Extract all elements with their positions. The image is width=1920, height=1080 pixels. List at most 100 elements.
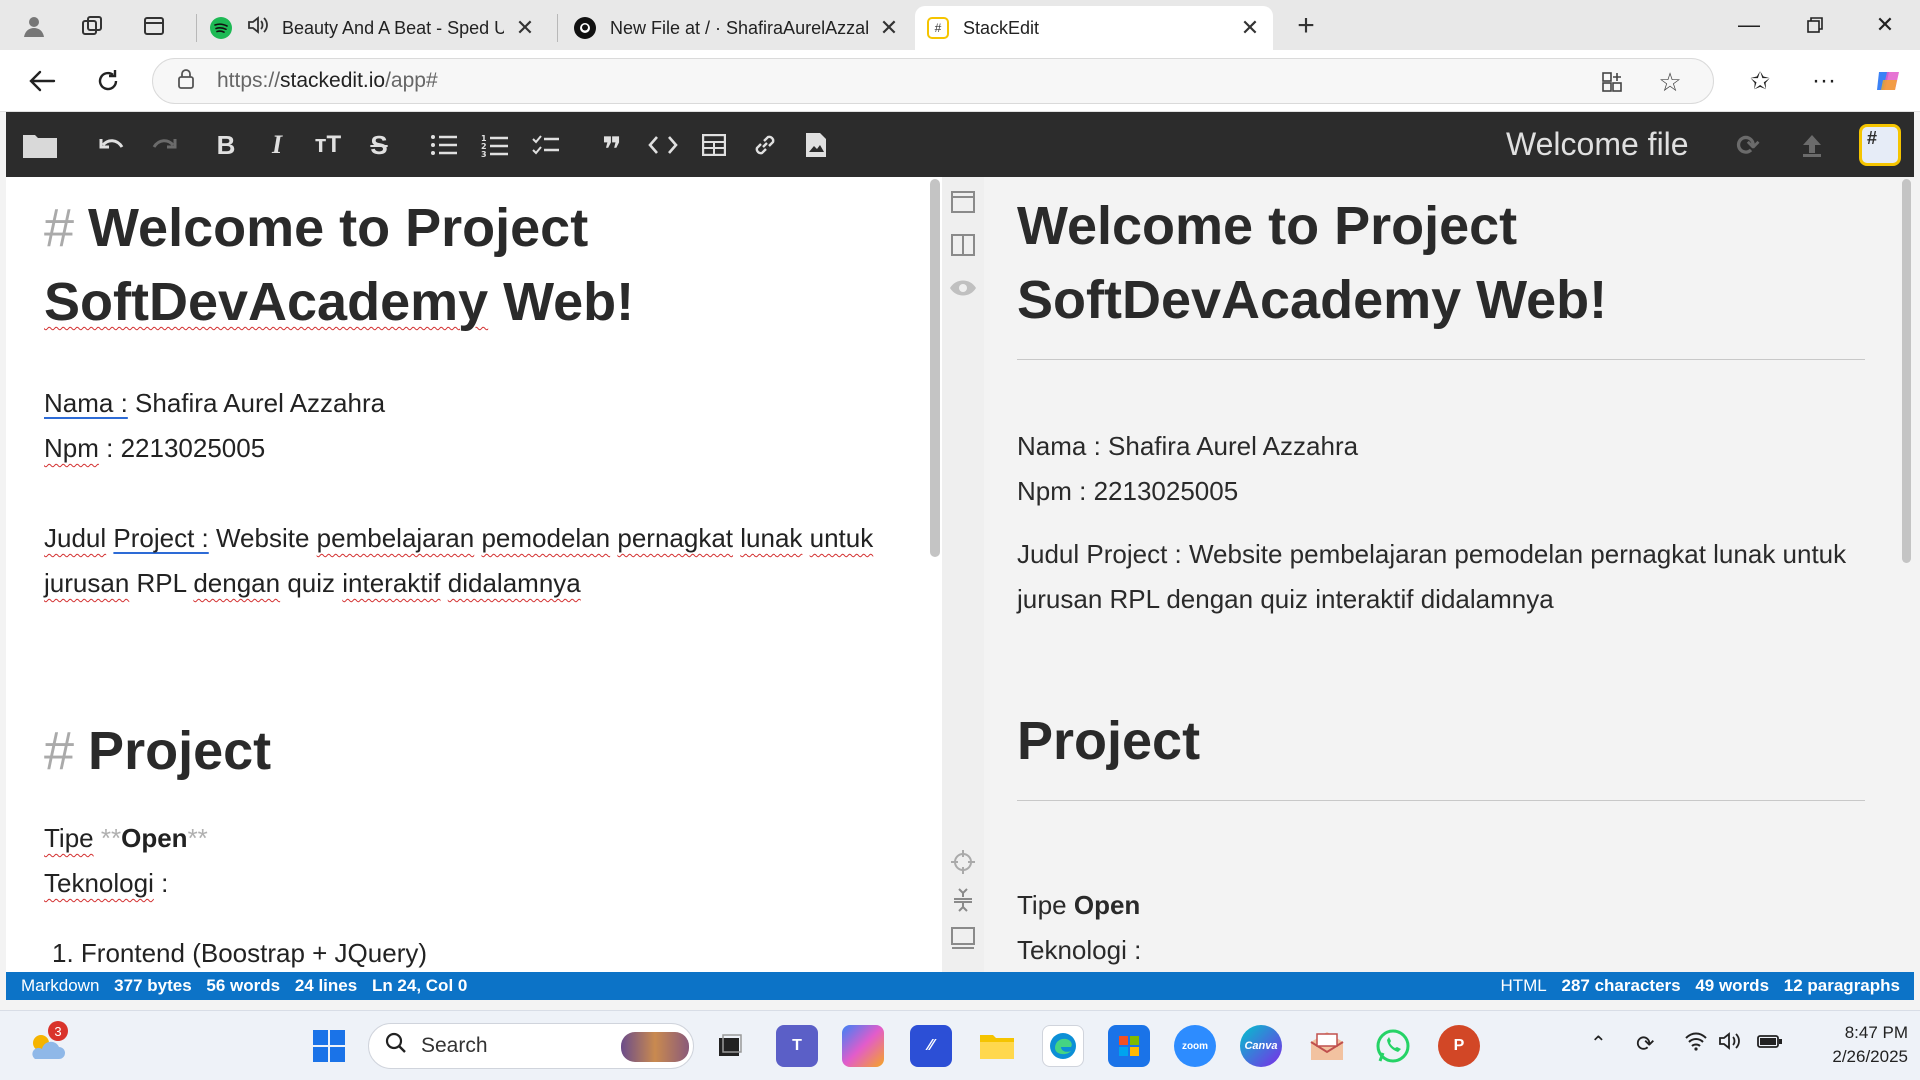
tab-spotify[interactable]: Beauty And A Beat - Sped Up ✕ xyxy=(198,6,548,50)
address-bar[interactable]: https://stackedit.io/app# ☆ xyxy=(152,58,1714,104)
editor-content[interactable]: # Welcome to Project SoftDevAcademy Web! N… xyxy=(44,191,904,972)
quote-icon[interactable]: ❞ xyxy=(594,128,630,169)
preview-content: Welcome to Project SoftDevAcademy Web! N… xyxy=(1017,189,1865,972)
show-hidden-icons[interactable]: ⌃ xyxy=(1590,1031,1607,1056)
powerpoint-icon[interactable]: P xyxy=(1438,1025,1480,1067)
scroll-sync-icon[interactable] xyxy=(948,847,978,877)
tab-github[interactable]: New File at / · ShafiraAurelAzzahra ✕ xyxy=(562,6,912,50)
copilot-app-icon[interactable] xyxy=(842,1025,884,1067)
refresh-icon[interactable] xyxy=(88,62,128,100)
publish-icon[interactable] xyxy=(1794,128,1830,162)
folder-icon[interactable] xyxy=(20,128,60,162)
editor-line-judul: Judul Project : Website pembelajaran pem… xyxy=(44,516,904,606)
toggle-status-bar-icon[interactable] xyxy=(948,885,978,915)
undo-icon[interactable] xyxy=(94,128,130,162)
preview-stats: HTML 287 characters 49 words 12 paragrap… xyxy=(1500,976,1900,996)
check-list-icon[interactable] xyxy=(528,128,564,162)
nama-value: Shafira Aurel Azzahra xyxy=(127,388,386,418)
more-options-icon[interactable]: ··· xyxy=(1804,62,1844,100)
html-preview[interactable]: Welcome to Project SoftDevAcademy Web! N… xyxy=(984,177,1914,972)
svg-text:3: 3 xyxy=(481,150,487,157)
toggle-side-bar-icon[interactable] xyxy=(948,923,978,953)
editor-cursor: Ln 24, Col 0 xyxy=(371,976,468,995)
close-window-icon[interactable]: ✕ xyxy=(1860,8,1910,42)
tab-separator xyxy=(196,14,197,42)
tab-separator xyxy=(557,14,558,42)
strikethrough-icon[interactable]: S xyxy=(361,128,397,162)
battery-icon[interactable] xyxy=(1756,1031,1784,1057)
italic-icon[interactable]: I xyxy=(259,128,295,162)
table-icon[interactable] xyxy=(696,128,732,162)
tab-stackedit[interactable]: # StackEdit ✕ xyxy=(915,6,1273,50)
editor-line-teknologi: Teknologi : xyxy=(44,861,904,906)
spellcheck-word: dengan xyxy=(193,568,281,598)
minimize-icon[interactable]: — xyxy=(1724,8,1774,42)
canva-icon[interactable]: Canva xyxy=(1240,1025,1282,1067)
taskbar-search[interactable]: Search xyxy=(368,1023,694,1069)
editor-scrollbar[interactable] xyxy=(930,179,940,557)
file-explorer-icon[interactable] xyxy=(976,1025,1018,1067)
tab-actions-icon[interactable] xyxy=(138,10,170,42)
tipe-value: Open xyxy=(121,823,188,853)
heading-marker: # xyxy=(44,198,75,258)
tab-title: Beauty And A Beat - Sped Up xyxy=(282,17,504,38)
mail-app-icon[interactable] xyxy=(1306,1025,1348,1067)
new-tab-icon[interactable]: + xyxy=(1290,9,1322,42)
edge-browser-icon[interactable] xyxy=(1042,1025,1084,1067)
profile-icon[interactable] xyxy=(18,10,50,42)
ordered-list-icon[interactable]: 123 xyxy=(477,128,513,162)
unordered-list-icon[interactable] xyxy=(426,128,462,162)
browser-tab-strip: Beauty And A Beat - Sped Up ✕ New File a… xyxy=(0,0,1920,50)
stackedit-menu-icon[interactable]: # xyxy=(1859,124,1901,166)
teams-icon[interactable]: T xyxy=(776,1025,818,1067)
redo-icon[interactable] xyxy=(146,128,182,162)
microsoft-store-icon[interactable] xyxy=(1108,1025,1150,1067)
bold-icon[interactable]: B xyxy=(208,128,244,162)
npm-label: Npm xyxy=(44,433,99,463)
url-text[interactable]: https://stackedit.io/app# xyxy=(217,69,438,93)
image-icon[interactable] xyxy=(798,128,834,162)
markdown-editor[interactable]: # Welcome to Project SoftDevAcademy Web! N… xyxy=(6,177,942,972)
preview-tipe: Tipe Open xyxy=(1017,883,1865,928)
editor-heading-2: # Project xyxy=(44,714,904,788)
lock-icon[interactable] xyxy=(177,68,197,95)
code-icon[interactable] xyxy=(645,128,681,162)
sync-icon[interactable]: ⟳ xyxy=(1730,128,1766,162)
reader-mode-eye-icon[interactable] xyxy=(948,273,978,303)
sync-status-icon[interactable]: ⟳ xyxy=(1636,1031,1654,1057)
preview-mode: HTML xyxy=(1500,976,1547,995)
whatsapp-icon[interactable] xyxy=(1372,1025,1414,1067)
link-icon[interactable] xyxy=(747,128,783,162)
preview-scrollbar[interactable] xyxy=(1902,179,1911,563)
task-view-icon[interactable] xyxy=(708,1025,750,1067)
back-icon[interactable] xyxy=(22,62,62,100)
app-available-icon[interactable] xyxy=(1595,65,1629,99)
favorite-star-icon[interactable]: ☆ xyxy=(1653,65,1687,99)
zoom-icon[interactable]: zoom xyxy=(1174,1025,1216,1067)
copilot-icon[interactable] xyxy=(1868,62,1908,100)
restore-icon[interactable] xyxy=(1790,8,1840,42)
close-tab-icon[interactable]: ✕ xyxy=(1239,15,1261,41)
nama-label: Nama : xyxy=(44,388,128,418)
heading-icon[interactable]: ᴛT xyxy=(310,128,346,162)
start-windows-icon[interactable] xyxy=(308,1025,350,1067)
editor-line-nama: Nama : Shafira Aurel Azzahra xyxy=(44,381,904,426)
close-tab-icon[interactable]: ✕ xyxy=(514,15,536,41)
plain-word: quiz xyxy=(280,568,343,598)
taskbar-clock[interactable]: 8:47 PM 2/26/2025 xyxy=(1798,1021,1908,1069)
tab-title: StackEdit xyxy=(963,17,1040,38)
toggle-navigation-bar-icon[interactable] xyxy=(948,187,978,217)
wifi-icon[interactable] xyxy=(1684,1031,1708,1057)
volume-icon[interactable] xyxy=(1718,1031,1744,1057)
close-tab-icon[interactable]: ✕ xyxy=(878,15,900,41)
vscode-like-icon[interactable]: ⁄⁄ xyxy=(910,1025,952,1067)
speaker-icon[interactable] xyxy=(246,14,270,42)
spellcheck-word: Judul xyxy=(44,523,107,553)
workspaces-icon[interactable] xyxy=(76,10,108,42)
favorites-icon[interactable]: ✩ xyxy=(1740,62,1780,100)
spotify-icon xyxy=(210,17,232,39)
file-title[interactable]: Welcome file xyxy=(1506,126,1689,163)
toggle-side-preview-icon[interactable] xyxy=(948,230,978,260)
preview-npm: Npm : 2213025005 xyxy=(1017,476,1239,506)
editor-words: 56 words xyxy=(206,976,281,995)
